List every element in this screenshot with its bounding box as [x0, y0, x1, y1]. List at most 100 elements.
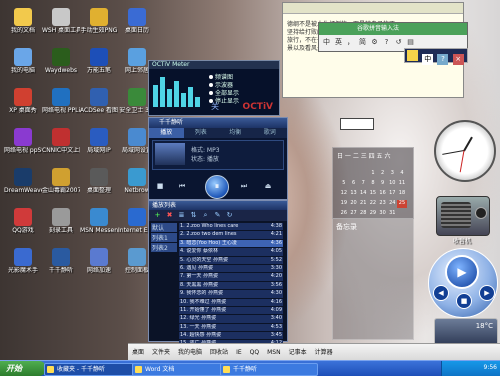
track-row[interactable]: 1. 2.zoo Who lines care 4:38: [179, 223, 283, 232]
tab-lyrics[interactable]: 歌词: [253, 128, 288, 138]
ime-button[interactable]: ▤: [405, 37, 416, 48]
calendar-day[interactable]: 4: [397, 170, 407, 178]
calendar-day[interactable]: 9: [378, 180, 388, 188]
playlist-group[interactable]: 列表2: [151, 243, 177, 252]
play-pause-button[interactable]: ⏸: [205, 175, 229, 199]
sort-icon[interactable]: ⇅: [189, 211, 198, 220]
start-button[interactable]: 开始: [0, 361, 46, 376]
ime-button[interactable]: ⚙: [369, 37, 380, 48]
tab-list[interactable]: 列表: [184, 128, 219, 138]
calendar-day[interactable]: 11: [397, 180, 407, 188]
calendar-day[interactable]: 7: [358, 180, 368, 188]
playlist-window[interactable]: 播放列表 + ✖ ≣ ⇅ ⌕ ✎ ↻ 默认 列表1 列表2 1. 2.zoo W…: [148, 200, 288, 349]
calendar-day[interactable]: 3: [387, 170, 397, 178]
keyboard-icon[interactable]: [407, 50, 418, 61]
calendar-day[interactable]: 16: [378, 190, 388, 198]
track-row[interactable]: 9. 我怀念的 孙燕姿 4:30: [179, 290, 283, 299]
desktop-icon[interactable]: CNNIC中文上网: [42, 128, 80, 154]
calendar-day[interactable]: 23: [378, 200, 388, 208]
ime-button[interactable]: 中: [321, 37, 332, 48]
close-icon[interactable]: ×: [452, 54, 464, 65]
ime-status-strip[interactable]: 中 ? ×: [404, 48, 468, 65]
desktop-icon[interactable]: DreamWeaver: [4, 168, 42, 194]
list-icon[interactable]: ≣: [177, 211, 186, 220]
calendar-day[interactable]: 13: [349, 190, 359, 198]
add-icon[interactable]: +: [153, 211, 162, 220]
desktop-icon[interactable]: 我的电脑: [4, 48, 42, 74]
radio-gadget[interactable]: [436, 196, 490, 236]
quick-launch-item[interactable]: 桌面: [132, 347, 144, 356]
track-row[interactable]: 2. 2.zoo two dem lines 4:21: [179, 231, 283, 240]
tray-clock[interactable]: 9:56: [484, 364, 497, 371]
tab-eq[interactable]: 均衡: [218, 128, 253, 138]
ime-button[interactable]: 简: [357, 37, 368, 48]
track-row[interactable]: 11. 开始懂了 孙燕姿 4:09: [179, 306, 283, 316]
tab-play[interactable]: 播放: [149, 128, 184, 138]
calendar-day[interactable]: 19: [339, 200, 349, 208]
ime-button[interactable]: ↺: [393, 37, 404, 48]
help-icon[interactable]: ?: [437, 54, 449, 65]
calendar-day[interactable]: 17: [387, 190, 397, 198]
player-titlebar[interactable]: 千千静听: [149, 118, 287, 128]
taskbar-button[interactable]: 收藏夹 - 千千静听: [44, 363, 142, 376]
calendar-day[interactable]: 20: [349, 200, 359, 208]
track-row[interactable]: 3. 暗恋(Yoo Hoo) 王心凌 4:36: [179, 239, 283, 249]
media-orb[interactable]: ▶ ◀ ■ ▶: [428, 248, 498, 318]
calendar-day[interactable]: 15: [368, 190, 378, 198]
search-input[interactable]: [340, 118, 374, 130]
track-row[interactable]: 12. 绿光 孙燕姿 3:40: [179, 315, 283, 324]
track-row[interactable]: 4. 说爱你 蔡依林 4:05: [179, 248, 283, 257]
calendar-day[interactable]: 28: [358, 210, 368, 218]
stop-button[interactable]: ■: [155, 181, 165, 191]
calendar-day[interactable]: 8: [368, 180, 378, 188]
next-button[interactable]: ⏭: [239, 181, 249, 191]
calendar-day[interactable]: 27: [349, 210, 359, 218]
calendar-day[interactable]: 10: [387, 180, 397, 188]
playlist-group[interactable]: 列表1: [151, 233, 177, 242]
calendar-day[interactable]: 26: [339, 210, 349, 218]
visualizer-widget[interactable]: OCTiV Meter 频谱图 示波器 全部显示 停止显示 关 OCTiV: [148, 60, 280, 116]
calendar-day[interactable]: 18: [397, 190, 407, 198]
desktop-icon[interactable]: 桌面整理: [80, 168, 118, 194]
calendar-day[interactable]: 5: [339, 180, 349, 188]
orb-stop-button[interactable]: ■: [456, 293, 472, 309]
desktop-icon[interactable]: 桌面日历: [118, 8, 156, 34]
quick-launch-item[interactable]: QQ: [250, 349, 259, 356]
track-row[interactable]: 7. 第一天 孙燕姿 4:20: [179, 273, 283, 282]
ime-button[interactable]: 英: [333, 37, 344, 48]
remove-icon[interactable]: ✖: [165, 211, 174, 220]
desktop-icon[interactable]: 万能五笔: [80, 48, 118, 74]
desktop-icon[interactable]: 网络加速: [80, 248, 118, 274]
track-row[interactable]: 6. 遇见 孙燕姿 3:30: [179, 264, 283, 274]
orb-prev-button[interactable]: ◀: [433, 285, 449, 301]
ime-button[interactable]: ?: [381, 37, 392, 48]
ime-button[interactable]: ，: [345, 37, 356, 48]
desktop-icon[interactable]: WSH 桌面工具: [42, 8, 80, 34]
memo-gadget[interactable]: 备忘录: [332, 218, 414, 340]
music-player[interactable]: 千千静听 播放 列表 均衡 歌词 格式: MP3 状态: 播放 ■ ⏮ ⏸ ⏭ …: [148, 117, 288, 200]
calendar-day[interactable]: 12: [339, 190, 349, 198]
taskbar-button[interactable]: Word 文档: [132, 363, 230, 376]
calendar-gadget[interactable]: 日 一 二 三 四 五 六 1 2 3 45 6 7 8 9 10 1112 13 14 15 16 17 1…: [332, 147, 414, 219]
calendar-day[interactable]: 22: [368, 200, 378, 208]
desktop-icon[interactable]: XP 桌面秀: [4, 88, 42, 114]
language-icon[interactable]: 中: [422, 54, 434, 65]
desktop-icon[interactable]: 网络电视 ppStream: [4, 128, 42, 154]
desktop-icon[interactable]: 光影魔术手: [4, 248, 42, 274]
playlist-group[interactable]: 默认: [151, 223, 177, 232]
track-row[interactable]: 13. 一天 孙燕姿 4:53: [179, 323, 283, 333]
calendar-day[interactable]: 30: [378, 210, 388, 218]
desktop-icon[interactable]: 局域网IP: [80, 128, 118, 154]
desktop-icon[interactable]: 我的文档: [4, 8, 42, 34]
note-titlebar[interactable]: [283, 3, 463, 14]
desktop-icon[interactable]: 手动生效PNG: [80, 8, 118, 34]
quick-launch-item[interactable]: 文件夹: [152, 347, 170, 356]
desktop-icon[interactable]: 网络电视 PPLive: [42, 88, 80, 114]
prev-button[interactable]: ⏮: [177, 181, 187, 191]
calendar-day[interactable]: 1: [368, 170, 378, 178]
desktop-icon[interactable]: 千千静听: [42, 248, 80, 274]
desktop-icon[interactable]: Waydwebs: [42, 48, 80, 74]
desktop-icon[interactable]: MSN Messenger: [80, 208, 118, 234]
desktop-icon[interactable]: 金山毒霸2007: [42, 168, 80, 194]
calendar-day[interactable]: 6: [349, 180, 359, 188]
